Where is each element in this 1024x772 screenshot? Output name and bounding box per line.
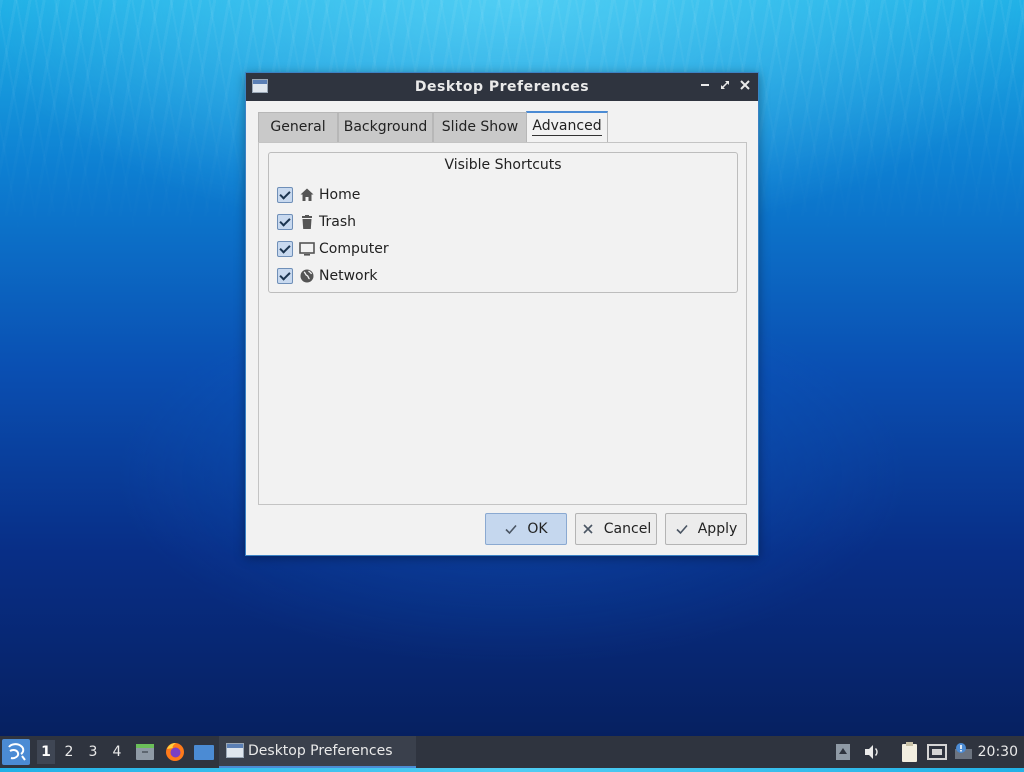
file-manager-icon	[136, 744, 154, 760]
task-label: Desktop Preferences	[248, 743, 393, 759]
taskbar-window-desktop-preferences[interactable]: Desktop Preferences	[219, 736, 416, 768]
cancel-button[interactable]: Cancel	[575, 513, 657, 545]
maximize-icon	[721, 81, 729, 89]
group-title: Visible Shortcuts	[444, 157, 562, 173]
desktop-switch-4[interactable]: 4	[109, 744, 125, 760]
home-checkbox[interactable]	[277, 187, 293, 203]
computer-checkbox[interactable]	[277, 241, 293, 257]
minimize-icon	[701, 84, 709, 86]
network-status-button[interactable]	[926, 736, 948, 768]
visible-shortcuts-group: Visible Shortcuts Home Trash Computer Ne…	[268, 152, 738, 293]
cancel-x-icon	[583, 524, 593, 534]
firefox-icon	[166, 743, 184, 761]
shortcut-computer-row[interactable]: Computer	[277, 239, 389, 259]
clipboard-button[interactable]	[898, 736, 922, 768]
tab-general[interactable]: General	[258, 112, 338, 142]
advanced-tab-panel: Visible Shortcuts Home Trash Computer Ne…	[258, 142, 747, 505]
shortcut-home-row[interactable]: Home	[277, 185, 360, 205]
maximize-button[interactable]	[716, 77, 734, 97]
show-desktop-launcher[interactable]	[192, 736, 216, 768]
desktop-icon	[194, 745, 214, 760]
computer-label: Computer	[319, 241, 389, 257]
tab-background-label: Background	[343, 119, 428, 135]
desktop-switch-3[interactable]: 3	[85, 744, 101, 760]
tab-advanced-label: Advanced	[532, 118, 602, 136]
apply-label: Apply	[697, 521, 738, 537]
apply-button[interactable]: Apply	[665, 513, 747, 545]
clipboard-icon	[902, 742, 917, 762]
ok-label: OK	[527, 521, 548, 537]
computer-icon	[299, 242, 315, 256]
cancel-label: Cancel	[603, 521, 652, 537]
window-titlebar[interactable]: Desktop Preferences	[246, 73, 758, 101]
window-title: Desktop Preferences	[414, 79, 590, 95]
close-button[interactable]	[736, 77, 754, 97]
tab-slide-show[interactable]: Slide Show	[433, 112, 527, 142]
checkmark-icon	[676, 524, 688, 535]
close-icon	[740, 80, 750, 90]
home-icon	[300, 188, 314, 201]
tab-slide-show-label: Slide Show	[441, 119, 519, 135]
tab-background[interactable]: Background	[338, 112, 433, 142]
lxqt-logo-icon	[8, 743, 26, 761]
window-app-icon	[226, 743, 244, 758]
volume-button[interactable]	[862, 736, 882, 768]
file-manager-launcher[interactable]	[134, 736, 156, 768]
ok-button[interactable]: OK	[485, 513, 567, 545]
home-label: Home	[319, 187, 361, 203]
trash-checkbox[interactable]	[277, 214, 293, 230]
desktop-switch-2[interactable]: 2	[61, 744, 77, 760]
network-wired-icon	[927, 744, 947, 760]
shortcut-trash-row[interactable]: Trash	[277, 212, 356, 232]
network-globe-icon	[300, 269, 314, 283]
firefox-launcher[interactable]	[163, 736, 187, 768]
notification-alert-icon	[955, 743, 972, 759]
network-checkbox[interactable]	[277, 268, 293, 284]
tray-expand-button[interactable]	[834, 736, 852, 768]
tab-advanced[interactable]: Advanced	[526, 111, 608, 142]
tab-general-label: General	[270, 119, 326, 135]
shortcut-network-row[interactable]: Network	[277, 266, 377, 286]
trash-icon	[302, 215, 312, 229]
trash-label: Trash	[319, 214, 356, 230]
minimize-button[interactable]	[696, 77, 714, 97]
taskbar: 1 2 3 4 Desktop Preferences 20:30	[0, 736, 1024, 768]
network-label: Network	[319, 268, 378, 284]
clock[interactable]: 20:30	[978, 744, 1018, 760]
desktop-switch-1[interactable]: 1	[37, 740, 55, 764]
checkmark-icon	[505, 524, 517, 535]
volume-icon	[865, 745, 878, 759]
start-menu-button[interactable]	[2, 739, 30, 765]
desktop-preferences-window: Desktop Preferences General Background S…	[245, 72, 759, 556]
tray-arrow-up-icon	[836, 744, 850, 760]
notifications-button[interactable]	[952, 736, 974, 768]
